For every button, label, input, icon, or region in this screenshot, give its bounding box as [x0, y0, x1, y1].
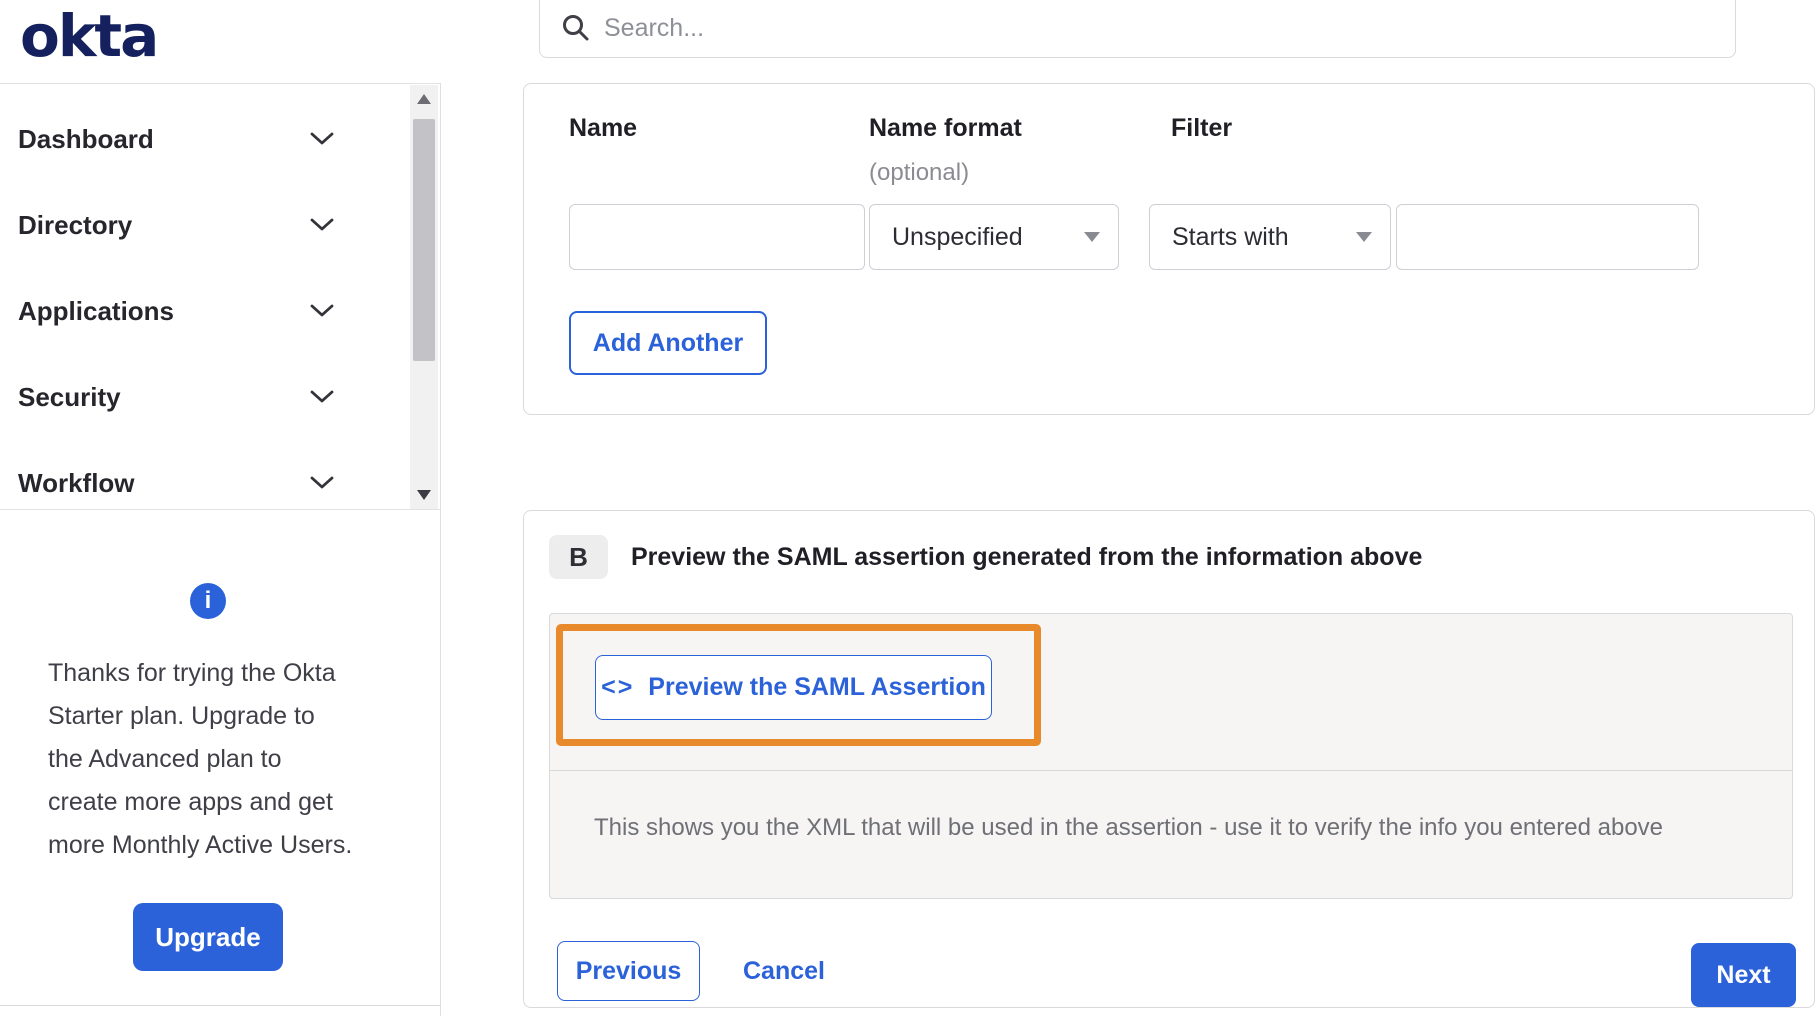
sidebar-scrollbar[interactable]	[410, 85, 438, 509]
cancel-button[interactable]: Cancel	[743, 941, 825, 1001]
sidebar-item-applications[interactable]: Applications	[0, 268, 408, 354]
add-another-button[interactable]: Add Another	[569, 311, 767, 375]
filter-value-field[interactable]	[1396, 204, 1699, 270]
name-format-hint: (optional)	[869, 159, 970, 186]
chevron-down-icon	[310, 304, 334, 318]
previous-button[interactable]: Previous	[557, 941, 700, 1001]
sidebar-item-label: Directory	[18, 209, 133, 240]
info-icon: i	[190, 583, 226, 619]
step-b-badge: B	[549, 535, 608, 579]
upgrade-message-line: Thanks for trying the Okta	[48, 659, 336, 687]
dropdown-caret-icon	[1356, 232, 1372, 242]
sidebar-item-directory[interactable]: Directory	[0, 182, 408, 268]
name-format-selected-value: Unspecified	[892, 222, 1023, 251]
filter-type-selected-value: Starts with	[1172, 222, 1289, 251]
okta-admin-screen: okta Dashboard Directory Applications	[0, 0, 1818, 1016]
preview-button-label: Preview the SAML Assertion	[648, 673, 986, 701]
scroll-down-icon[interactable]	[417, 490, 431, 500]
sidebar-item-label: Applications	[18, 295, 175, 326]
search-input[interactable]	[604, 13, 1735, 43]
sidebar-item-dashboard[interactable]: Dashboard	[0, 96, 408, 182]
sidebar-item-workflow[interactable]: Workflow	[0, 440, 408, 526]
upgrade-button[interactable]: Upgrade	[133, 903, 283, 971]
sidebar-menu-divider	[0, 509, 441, 510]
dropdown-caret-icon	[1084, 232, 1100, 242]
sidebar-item-label: Workflow	[18, 467, 135, 498]
chevron-down-icon	[310, 390, 334, 404]
filter-column-label: Filter	[1171, 114, 1233, 142]
okta-logo: okta	[20, 2, 159, 70]
filter-type-select[interactable]: Starts with	[1149, 204, 1391, 270]
sidebar-top-divider	[0, 83, 441, 84]
chevron-down-icon	[310, 132, 334, 146]
chevron-down-icon	[310, 218, 334, 232]
section-b-title: Preview the SAML assertion generated fro…	[631, 543, 1423, 571]
filter-value-input[interactable]	[1397, 205, 1698, 269]
upgrade-message-line: more Monthly Active Users.	[48, 831, 353, 859]
sidebar-item-security[interactable]: Security	[0, 354, 408, 440]
attribute-name-field[interactable]	[569, 204, 865, 270]
preview-saml-assertion-button[interactable]: <> Preview the SAML Assertion	[595, 655, 992, 720]
scroll-up-icon[interactable]	[417, 94, 431, 104]
sidebar-bottom-divider	[0, 1005, 441, 1006]
preview-description: This shows you the XML that will be used…	[594, 814, 1664, 841]
name-column-label: Name	[569, 114, 638, 142]
preview-panel: <> Preview the SAML Assertion This shows…	[549, 613, 1793, 899]
preview-saml-card: B Preview the SAML assertion generated f…	[523, 510, 1815, 1008]
name-format-select[interactable]: Unspecified	[869, 204, 1119, 270]
code-icon: <>	[601, 673, 635, 701]
preview-panel-divider	[550, 770, 1792, 771]
upgrade-message-line: the Advanced plan to	[48, 745, 282, 773]
global-search[interactable]	[539, 0, 1736, 58]
upgrade-message: Thanks for trying the Okta Starter plan.…	[48, 652, 352, 867]
sidebar-right-divider	[440, 83, 441, 1016]
scrollbar-thumb[interactable]	[413, 119, 435, 361]
next-button[interactable]: Next	[1691, 943, 1796, 1007]
sidebar-item-label: Dashboard	[18, 123, 154, 154]
name-format-column-label: Name format	[869, 114, 1022, 142]
attribute-name-input[interactable]	[570, 205, 864, 269]
search-icon	[560, 12, 592, 44]
sidebar-item-label: Security	[18, 381, 121, 412]
attribute-statements-card: Name Name format (optional) Filter Unspe…	[523, 83, 1815, 415]
upgrade-message-line: create more apps and get	[48, 788, 333, 816]
chevron-down-icon	[310, 476, 334, 490]
upgrade-message-line: Starter plan. Upgrade to	[48, 702, 315, 730]
